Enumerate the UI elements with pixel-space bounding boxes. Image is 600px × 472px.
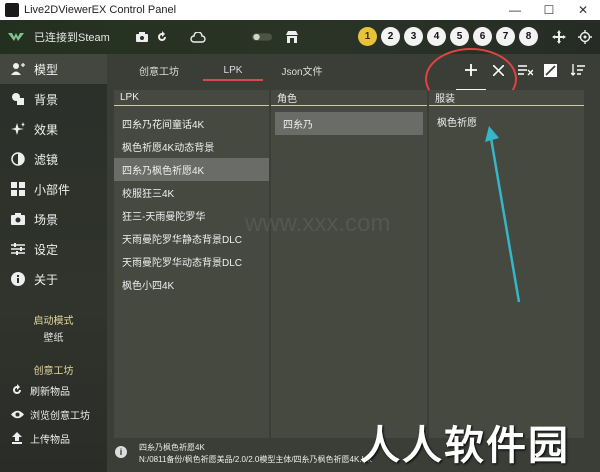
info-icon <box>10 271 26 287</box>
cloud-icon[interactable] <box>188 27 208 47</box>
move-icon[interactable] <box>549 27 569 47</box>
toggle-switch-icon[interactable] <box>251 27 272 47</box>
sidebar-item-background[interactable]: 背景 <box>0 84 107 114</box>
status-file-path: N:/0811备份/枫色祈愿美品/2.0/2.0模型主体/四糸乃枫色祈愿4K.l… <box>139 455 372 464</box>
sidebar-item-label: 效果 <box>34 122 59 137</box>
list-item[interactable]: 四糸乃花间童话4K <box>114 112 269 135</box>
info-icon: i <box>115 446 127 458</box>
list-item[interactable]: 枫色祈愿4K动态背景 <box>114 135 269 158</box>
sidebar: 模型 背景 效果 滤镜 小部件 场景 设定 关于 启动模式 壁纸 创意工坊 刷新… <box>0 54 107 472</box>
list-item[interactable]: 四糸乃枫色祈愿4K <box>114 158 269 181</box>
tab-json[interactable]: Json文件 <box>272 54 332 86</box>
filter-icon <box>10 151 26 167</box>
window-controls: — ☐ ✕ <box>498 0 600 20</box>
upload-icon <box>10 431 24 445</box>
tab-workshop[interactable]: 创意工坊 <box>129 54 189 86</box>
slot-3-button[interactable]: 3 <box>404 27 423 46</box>
tab-lpk[interactable]: LPK <box>203 54 263 86</box>
slot-8-button[interactable]: 8 <box>519 27 538 46</box>
clear-list-icon <box>517 65 533 76</box>
image-icon <box>10 91 26 107</box>
slot-6-button[interactable]: 6 <box>473 27 492 46</box>
sidebar-item-label: 设定 <box>34 242 59 257</box>
sidebar-item-scene[interactable]: 场景 <box>0 204 107 234</box>
character-slots: 1 2 3 4 5 6 7 8 <box>358 27 538 46</box>
refresh-items-button[interactable]: 刷新物品 <box>0 378 107 402</box>
sidebar-item-label: 场景 <box>34 212 59 227</box>
slot-5-button[interactable]: 5 <box>450 27 469 46</box>
person-icon <box>10 61 26 77</box>
edit-button[interactable] <box>539 59 561 81</box>
costume-panel-header: 服装 <box>429 90 584 106</box>
top-bar: 已连接到Steam 1 2 3 4 5 6 7 8 <box>0 20 600 54</box>
sliders-icon <box>10 241 26 257</box>
upload-items-button[interactable]: 上传物品 <box>0 426 107 450</box>
camera-icon[interactable] <box>132 27 152 47</box>
sidebar-item-label: 滤镜 <box>34 152 59 167</box>
sort-icon <box>571 64 585 76</box>
role-panel: 角色 四糸乃 <box>271 90 427 440</box>
refresh-icon[interactable] <box>152 27 172 47</box>
sidebar-item-label: 模型 <box>34 62 59 77</box>
list-item[interactable]: 校服狂三4K <box>114 181 269 204</box>
launch-mode-value[interactable]: 壁纸 <box>0 328 107 350</box>
slot-7-button[interactable]: 7 <box>496 27 515 46</box>
workshop-section-label: 创意工坊 <box>33 366 74 377</box>
clear-list-button[interactable] <box>514 59 536 81</box>
camera-icon <box>10 211 26 227</box>
sidebar-item-model[interactable]: 模型 <box>0 54 107 84</box>
window-title: Live2DViewerEX Control Panel <box>24 4 177 16</box>
lpk-panel-header: LPK <box>114 90 269 106</box>
list-item[interactable]: 天雨曼陀罗华动态背景DLC <box>114 250 269 273</box>
sidebar-item-widgets[interactable]: 小部件 <box>0 174 107 204</box>
app-logo-icon <box>8 33 24 41</box>
sparkle-icon <box>10 121 26 137</box>
close-window-button[interactable]: ✕ <box>566 0 600 20</box>
eye-icon <box>10 407 24 421</box>
browse-workshop-label: 浏览创意工坊 <box>30 410 90 422</box>
sidebar-item-settings[interactable]: 设定 <box>0 234 107 264</box>
minimize-button[interactable]: — <box>498 0 532 20</box>
sort-button[interactable] <box>567 59 589 81</box>
sidebar-item-label: 背景 <box>34 92 59 107</box>
sidebar-item-label: 小部件 <box>34 182 71 197</box>
sidebar-item-effects[interactable]: 效果 <box>0 114 107 144</box>
refresh-items-label: 刷新物品 <box>30 386 70 398</box>
list-item[interactable]: 四糸乃 <box>275 112 423 135</box>
store-icon[interactable] <box>282 27 302 47</box>
slot-2-button[interactable]: 2 <box>381 27 400 46</box>
main-content: 创意工坊 LPK Json文件 添加 LPK 四糸乃花间童话4K 枫色祈愿4K动… <box>107 48 600 472</box>
app-icon <box>5 3 19 17</box>
annotation-arrow <box>485 126 521 303</box>
status-item-name: 四糸乃枫色祈愿4K <box>139 443 205 452</box>
upload-items-label: 上传物品 <box>30 434 70 446</box>
widgets-icon <box>10 181 26 197</box>
refresh-icon <box>10 383 24 397</box>
sidebar-item-about[interactable]: 关于 <box>0 264 107 294</box>
steam-status: 已连接到Steam <box>34 32 110 44</box>
watermark: 人人软件园 <box>360 423 570 469</box>
list-item[interactable]: 枫色小四4K <box>114 273 269 296</box>
lpk-panel: LPK 四糸乃花间童话4K 枫色祈愿4K动态背景 四糸乃枫色祈愿4K 校服狂三4… <box>114 90 269 440</box>
browse-workshop-button[interactable]: 浏览创意工坊 <box>0 402 107 426</box>
sidebar-item-label: 关于 <box>34 272 59 287</box>
slot-1-button[interactable]: 1 <box>358 27 377 46</box>
locate-icon[interactable] <box>575 27 595 47</box>
slot-4-button[interactable]: 4 <box>427 27 446 46</box>
launch-mode-label: 启动模式 <box>33 316 74 327</box>
role-panel-header: 角色 <box>271 90 427 106</box>
window-titlebar: Live2DViewerEX Control Panel — ☐ ✕ <box>0 0 600 20</box>
sidebar-item-filter[interactable]: 滤镜 <box>0 144 107 174</box>
edit-square-icon <box>543 63 557 77</box>
maximize-button[interactable]: ☐ <box>532 0 566 20</box>
watermark-faint: www.xxx.com <box>245 210 391 237</box>
